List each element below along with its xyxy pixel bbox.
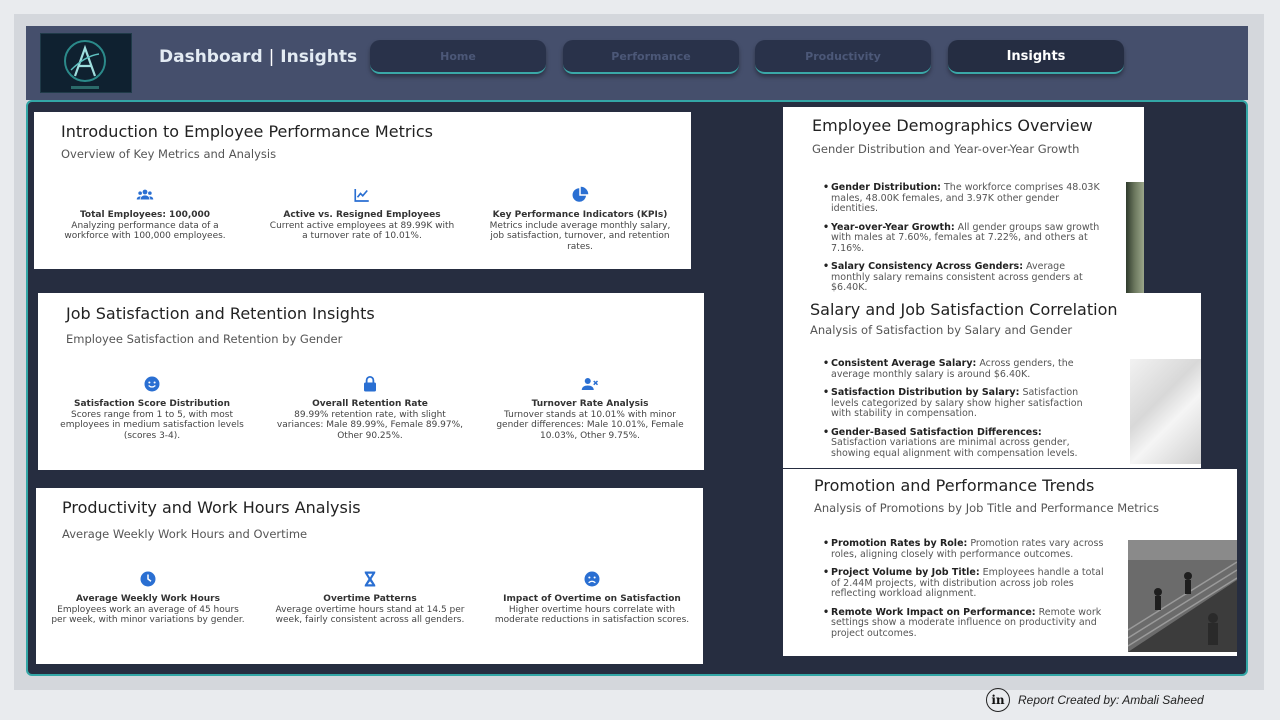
promotion-card: Promotion and Performance Trends Analysi… bbox=[783, 469, 1237, 656]
feature-title: Overtime Patterns bbox=[323, 594, 417, 604]
feature-text: Scores range from 1 to 5, with most empl… bbox=[60, 409, 244, 441]
smile-icon bbox=[144, 376, 160, 392]
feature-text: Higher overtime hours correlate with mod… bbox=[494, 604, 690, 626]
list-item: Promotion Rates by Role: Promotion rates… bbox=[823, 538, 1113, 560]
trend-chart-icon bbox=[354, 189, 369, 202]
feature-title: Satisfaction Score Distribution bbox=[74, 399, 230, 409]
demographics-card: Employee Demographics Overview Gender Di… bbox=[783, 107, 1144, 297]
list-item: Gender-Based Satisfaction Differences: S… bbox=[823, 426, 1093, 460]
promotion-bullets: Promotion Rates by Role: Promotion rates… bbox=[823, 538, 1113, 647]
feature-text: Current active employees at 89.99K with … bbox=[269, 220, 455, 242]
bullet-heading: Year-over-Year Growth: bbox=[831, 221, 955, 233]
user-remove-icon bbox=[581, 378, 599, 390]
dashboard-title: Dashboard | Insights bbox=[159, 47, 357, 67]
people-icon bbox=[136, 189, 154, 200]
bullet-heading: Project Volume by Job Title: bbox=[831, 567, 980, 578]
dashboard-title-main: Dashboard bbox=[159, 47, 263, 67]
feature-text: Average overtime hours stand at 14.5 per… bbox=[275, 604, 465, 626]
feature-title: Key Performance Indicators (KPIs) bbox=[492, 210, 668, 220]
sad-face-icon bbox=[584, 571, 600, 587]
productivity-subtitle: Average Weekly Work Hours and Overtime bbox=[62, 527, 308, 541]
intro-feature-active-resigned: Active vs. Resigned Employees Current ac… bbox=[269, 186, 455, 242]
feature-title: Active vs. Resigned Employees bbox=[283, 210, 441, 220]
feature-text: Analyzing performance data of a workforc… bbox=[64, 220, 226, 242]
lock-icon bbox=[364, 376, 376, 392]
demographics-photo bbox=[1126, 182, 1144, 297]
nav-performance-button[interactable]: Performance bbox=[563, 40, 739, 74]
list-item: Gender Distribution: The workforce compr… bbox=[823, 182, 1103, 215]
intro-feature-kpis: Key Performance Indicators (KPIs) Metric… bbox=[487, 186, 673, 252]
satisfaction-feature-score: Satisfaction Score Distribution Scores r… bbox=[56, 375, 248, 441]
bullet-heading: Salary Consistency Across Genders: bbox=[831, 261, 1024, 272]
intro-feature-employees: Total Employees: 100,000 Analyzing perfo… bbox=[52, 186, 238, 242]
bullet-heading: Promotion Rates by Role: bbox=[831, 538, 968, 549]
feature-text: Metrics include average monthly salary, … bbox=[489, 220, 671, 252]
footer-credit: in Report Created by: Ambali Saheed bbox=[986, 688, 1204, 712]
productivity-card: Productivity and Work Hours Analysis Ave… bbox=[36, 488, 703, 664]
demographics-subtitle: Gender Distribution and Year-over-Year G… bbox=[812, 142, 1080, 156]
feature-text: 89.99% retention rate, with slight varia… bbox=[276, 409, 464, 441]
title-separator: | bbox=[268, 47, 275, 67]
dashboard-title-page: Insights bbox=[280, 47, 358, 67]
list-item: Remote Work Impact on Performance: Remot… bbox=[823, 606, 1113, 640]
linkedin-icon[interactable]: in bbox=[986, 688, 1010, 712]
feature-text: Employees work an average of 45 hours pe… bbox=[51, 604, 245, 626]
bullet-heading: Remote Work Impact on Performance: bbox=[831, 606, 1036, 618]
bullet-text: Satisfaction variations are minimal acro… bbox=[831, 437, 1078, 459]
bullet-heading: Gender Distribution: bbox=[831, 182, 941, 193]
productivity-feature-impact: Impact of Overtime on Satisfaction Highe… bbox=[494, 570, 690, 626]
satisfaction-title: Job Satisfaction and Retention Insights bbox=[66, 304, 375, 323]
bullet-heading: Gender-Based Satisfaction Differences: bbox=[831, 426, 1042, 438]
feature-title: Average Weekly Work Hours bbox=[76, 594, 220, 604]
nav-insights-button[interactable]: Insights bbox=[948, 40, 1124, 74]
feature-title: Impact of Overtime on Satisfaction bbox=[503, 594, 681, 604]
demographics-bullets: Gender Distribution: The workforce compr… bbox=[823, 182, 1103, 297]
logo-icon bbox=[64, 40, 106, 89]
productivity-feature-overtime: Overtime Patterns Average overtime hours… bbox=[272, 570, 468, 626]
satisfaction-card: Job Satisfaction and Retention Insights … bbox=[38, 293, 704, 470]
clock-icon bbox=[140, 571, 156, 587]
feature-title: Overall Retention Rate bbox=[312, 399, 428, 409]
productivity-title: Productivity and Work Hours Analysis bbox=[62, 498, 361, 517]
list-item: Year-over-Year Growth: All gender groups… bbox=[823, 221, 1103, 255]
salary-photo bbox=[1130, 359, 1201, 464]
pie-chart-icon bbox=[572, 186, 589, 202]
satisfaction-subtitle: Employee Satisfaction and Retention by G… bbox=[66, 332, 343, 346]
nav-home-button[interactable]: Home bbox=[370, 40, 546, 74]
stairs-photo-icon bbox=[1128, 540, 1237, 652]
salary-card: Salary and Job Satisfaction Correlation … bbox=[783, 293, 1201, 468]
list-item: Satisfaction Distribution by Salary: Sat… bbox=[823, 387, 1093, 420]
feature-title: Turnover Rate Analysis bbox=[531, 399, 649, 409]
promotion-title: Promotion and Performance Trends bbox=[814, 476, 1095, 495]
promotion-subtitle: Analysis of Promotions by Job Title and … bbox=[814, 501, 1159, 515]
salary-bullets: Consistent Average Salary: Across gender… bbox=[823, 358, 1093, 467]
demographics-title: Employee Demographics Overview bbox=[812, 116, 1093, 135]
report-credit: Report Created by: Ambali Saheed bbox=[1018, 693, 1204, 707]
satisfaction-feature-retention: Overall Retention Rate 89.99% retention … bbox=[274, 375, 466, 441]
feature-title: Total Employees: 100,000 bbox=[79, 210, 211, 220]
promotion-photo bbox=[1128, 540, 1237, 652]
satisfaction-feature-turnover: Turnover Rate Analysis Turnover stands a… bbox=[494, 375, 686, 441]
nav-productivity-button[interactable]: Productivity bbox=[755, 40, 931, 74]
feature-text: Turnover stands at 10.01% with minor gen… bbox=[496, 409, 684, 441]
hourglass-icon bbox=[364, 571, 376, 587]
productivity-feature-hours: Average Weekly Work Hours Employees work… bbox=[50, 570, 246, 626]
bullet-heading: Consistent Average Salary: bbox=[831, 358, 977, 369]
list-item: Salary Consistency Across Genders: Avera… bbox=[823, 261, 1103, 294]
list-item: Consistent Average Salary: Across gender… bbox=[823, 358, 1093, 380]
bullet-heading: Satisfaction Distribution by Salary: bbox=[831, 387, 1020, 398]
intro-title: Introduction to Employee Performance Met… bbox=[61, 122, 434, 141]
intro-subtitle: Overview of Key Metrics and Analysis bbox=[61, 147, 277, 161]
intro-card: Introduction to Employee Performance Met… bbox=[34, 112, 691, 269]
salary-subtitle: Analysis of Satisfaction by Salary and G… bbox=[810, 323, 1073, 337]
brand-logo bbox=[40, 33, 132, 93]
salary-title: Salary and Job Satisfaction Correlation bbox=[810, 300, 1118, 319]
list-item: Project Volume by Job Title: Employees h… bbox=[823, 567, 1113, 600]
